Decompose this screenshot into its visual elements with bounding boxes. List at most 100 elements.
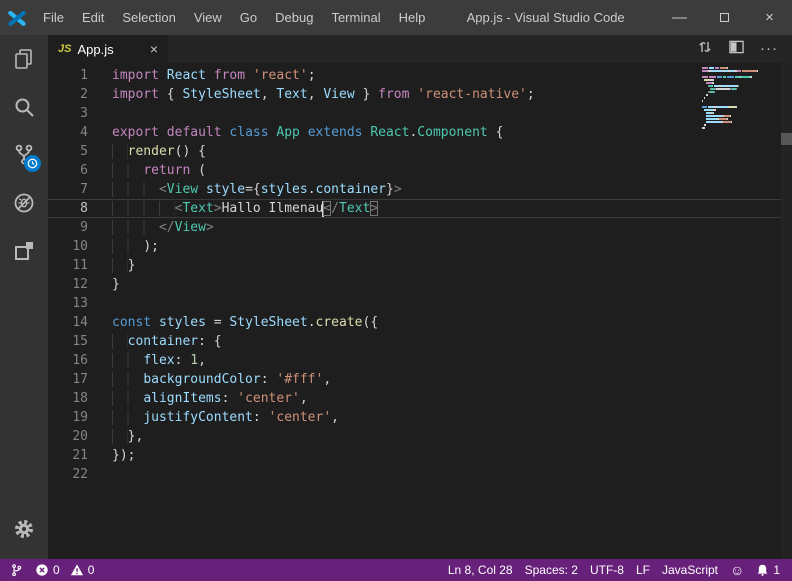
activity-bar [0, 35, 48, 559]
line-number: 20 [48, 427, 88, 446]
vscode-window: FileEditSelectionViewGoDebugTerminalHelp… [0, 0, 792, 581]
maximize-button[interactable] [702, 0, 747, 35]
problems-item[interactable]: 0 0 [29, 559, 100, 581]
line-number: 19 [48, 408, 88, 427]
line-number: 18 [48, 389, 88, 408]
error-count: 0 [53, 563, 60, 577]
status-bar-left: 0 0 [0, 559, 100, 581]
line-number: 9 [48, 218, 88, 237]
source-control-icon[interactable] [0, 131, 48, 179]
code-line-5[interactable]: 5 render() { [48, 142, 792, 161]
scrollbar[interactable] [781, 63, 792, 559]
editor-group: JS App.js × [48, 35, 792, 559]
minimize-button[interactable]: — [657, 0, 702, 35]
close-button[interactable]: × [747, 0, 792, 35]
menu-terminal[interactable]: Terminal [322, 0, 389, 35]
line-number: 11 [48, 256, 88, 275]
eol-sequence[interactable]: LF [630, 559, 656, 581]
line-number: 12 [48, 275, 88, 294]
vscode-logo-icon [0, 8, 34, 28]
code-line-16[interactable]: 16 flex: 1, [48, 351, 792, 370]
code-line-6[interactable]: 6 return ( [48, 161, 792, 180]
code-line-9[interactable]: 9 </View> [48, 218, 792, 237]
git-branch-item[interactable] [4, 559, 29, 581]
source-control-clock-badge [24, 155, 41, 172]
code-line-8[interactable]: 8 <Text>Hallo Ilmenau</Text> [48, 199, 792, 218]
settings-gear-icon[interactable] [0, 505, 48, 553]
javascript-file-icon: JS [58, 43, 71, 55]
line-number: 21 [48, 446, 88, 465]
open-changes-icon[interactable] [697, 39, 713, 60]
code-line-11[interactable]: 11 } [48, 256, 792, 275]
code-line-18[interactable]: 18 alignItems: 'center', [48, 389, 792, 408]
search-icon[interactable] [0, 83, 48, 131]
indentation[interactable]: Spaces: 2 [519, 559, 584, 581]
code-line-17[interactable]: 17 backgroundColor: '#fff', [48, 370, 792, 389]
menu-go[interactable]: Go [231, 0, 266, 35]
warning-icon [70, 563, 84, 577]
menu-file[interactable]: File [34, 0, 73, 35]
line-number: 10 [48, 237, 88, 256]
editor[interactable]: 1import React from 'react';2import { Sty… [48, 63, 792, 559]
warning-count: 0 [88, 563, 95, 577]
code-line-12[interactable]: 12} [48, 275, 792, 294]
line-number: 15 [48, 332, 88, 351]
code-line-7[interactable]: 7 <View style={styles.container}> [48, 180, 792, 199]
line-number: 1 [48, 66, 88, 85]
menu-debug[interactable]: Debug [266, 0, 322, 35]
error-icon [35, 563, 49, 577]
code-line-20[interactable]: 20 }, [48, 427, 792, 446]
tab-appjs[interactable]: JS App.js × [48, 35, 168, 63]
code-line-15[interactable]: 15 container: { [48, 332, 792, 351]
scrollbar-thumb[interactable] [781, 133, 792, 145]
code-line-1[interactable]: 1import React from 'react'; [48, 66, 792, 85]
more-actions-icon[interactable]: ··· [760, 44, 778, 54]
status-bar-right: Ln 8, Col 28 Spaces: 2 UTF-8 LF JavaScri… [442, 559, 792, 581]
line-number: 7 [48, 180, 88, 199]
editor-actions: ··· [697, 35, 792, 63]
menu-bar: FileEditSelectionViewGoDebugTerminalHelp [34, 0, 434, 35]
code-line-10[interactable]: 10 ); [48, 237, 792, 256]
extensions-icon[interactable] [0, 227, 48, 275]
tab-bar: JS App.js × [48, 35, 792, 63]
code-line-14[interactable]: 14const styles = StyleSheet.create({ [48, 313, 792, 332]
explorer-icon[interactable] [0, 35, 48, 83]
debug-icon[interactable] [0, 179, 48, 227]
language-mode[interactable]: JavaScript [656, 559, 724, 581]
line-number: 8 [48, 199, 88, 218]
notifications-item[interactable]: 1 [750, 559, 786, 581]
code-line-2[interactable]: 2import { StyleSheet, Text, View } from … [48, 85, 792, 104]
code-line-19[interactable]: 19 justifyContent: 'center', [48, 408, 792, 427]
code-line-4[interactable]: 4export default class App extends React.… [48, 123, 792, 142]
feedback-smiley-icon[interactable]: ☺ [724, 559, 750, 581]
git-branch-icon [10, 563, 23, 577]
line-number: 2 [48, 85, 88, 104]
code-line-21[interactable]: 21}); [48, 446, 792, 465]
workbench: JS App.js × [0, 35, 792, 559]
split-editor-icon[interactable] [729, 40, 744, 59]
menu-help[interactable]: Help [390, 0, 435, 35]
line-number: 16 [48, 351, 88, 370]
line-number: 22 [48, 465, 88, 484]
line-number: 4 [48, 123, 88, 142]
code-line-22[interactable]: 22 [48, 465, 792, 484]
minimap[interactable] [702, 67, 766, 133]
code-line-13[interactable]: 13 [48, 294, 792, 313]
title-bar: FileEditSelectionViewGoDebugTerminalHelp… [0, 0, 792, 35]
encoding[interactable]: UTF-8 [584, 559, 630, 581]
notification-count: 1 [773, 563, 780, 577]
menu-edit[interactable]: Edit [73, 0, 113, 35]
menu-selection[interactable]: Selection [113, 0, 184, 35]
bell-icon [756, 563, 769, 577]
maximize-icon [720, 13, 729, 22]
window-controls: — × [657, 0, 792, 35]
menu-view[interactable]: View [185, 0, 231, 35]
window-title: App.js - Visual Studio Code [434, 10, 657, 25]
line-number: 5 [48, 142, 88, 161]
line-number: 6 [48, 161, 88, 180]
code-line-3[interactable]: 3 [48, 104, 792, 123]
tab-label: App.js [77, 42, 113, 57]
tab-close-icon[interactable]: × [150, 41, 158, 57]
cursor-position[interactable]: Ln 8, Col 28 [442, 559, 519, 581]
line-number: 17 [48, 370, 88, 389]
